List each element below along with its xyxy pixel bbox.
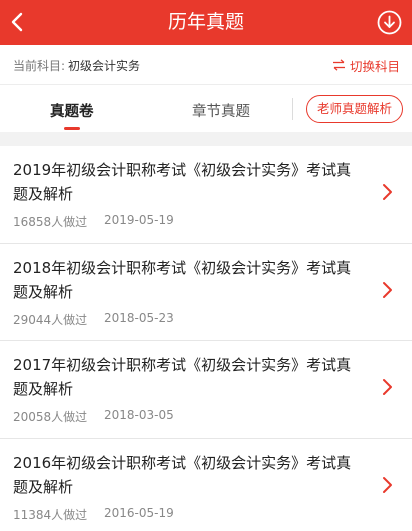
paper-date: 2016-05-19	[104, 505, 174, 520]
subject-value: 初级会计实务	[68, 59, 141, 73]
list-item[interactable]: 2016年初级会计职称考试《初级会计实务》考试真题及解析 11384人做过 20…	[0, 438, 412, 531]
subject-label: 当前科目:	[13, 59, 66, 73]
tab-divider	[292, 98, 293, 120]
paper-title: 2019年初级会计职称考试《初级会计实务》考试真题及解析	[13, 161, 352, 203]
attempt-count: 11384人做过	[13, 507, 88, 522]
download-circle-icon	[377, 10, 402, 35]
chevron-right-icon	[383, 281, 392, 298]
list-item[interactable]: 2017年初级会计职称考试《初级会计实务》考试真题及解析 20058人做过 20…	[0, 341, 412, 439]
section-gap	[0, 132, 412, 146]
attempt-count: 29044人做过	[13, 312, 88, 327]
download-button[interactable]	[377, 10, 402, 35]
chevron-right-icon	[383, 476, 392, 493]
list-item[interactable]: 2018年初级会计职称考试《初级会计实务》考试真题及解析 29044人做过 20…	[0, 243, 412, 341]
subject-bar: 当前科目: 初级会计实务 切换科目	[0, 45, 412, 85]
paper-title: 2018年初级会计职称考试《初级会计实务》考试真题及解析	[13, 258, 352, 301]
chevron-right-icon	[383, 379, 392, 395]
paper-date: 2018-05-23	[104, 310, 174, 325]
page-title: 历年真题	[167, 11, 244, 33]
top-bar: 历年真题	[0, 0, 412, 45]
active-tab-indicator	[64, 127, 80, 130]
swap-arrows-icon	[332, 59, 345, 71]
tab-papers[interactable]: 真题卷	[50, 100, 94, 121]
tab-chapter-questions[interactable]: 章节真题	[192, 100, 250, 121]
attempt-count: 20058人做过	[13, 410, 88, 424]
chevron-right-icon	[383, 184, 392, 200]
paper-date: 2019-05-19	[104, 213, 174, 227]
paper-title: 2016年初级会计职称考试《初级会计实务》考试真题及解析	[13, 453, 352, 496]
paper-list: 2019年初级会计职称考试《初级会计实务》考试真题及解析 16858人做过 20…	[0, 146, 412, 531]
paper-date: 2018-03-05	[104, 408, 174, 422]
switch-subject-button[interactable]: 切换科目	[332, 56, 400, 74]
tab-bar: 真题卷 章节真题 老师真题解析	[0, 86, 412, 132]
switch-subject-label: 切换科目	[349, 58, 400, 74]
teacher-analysis-button[interactable]: 老师真题解析	[306, 95, 403, 123]
attempt-count: 16858人做过	[13, 215, 88, 229]
paper-title: 2017年初级会计职称考试《初级会计实务》考试真题及解析	[13, 356, 352, 398]
list-item[interactable]: 2019年初级会计职称考试《初级会计实务》考试真题及解析 16858人做过 20…	[0, 146, 412, 244]
